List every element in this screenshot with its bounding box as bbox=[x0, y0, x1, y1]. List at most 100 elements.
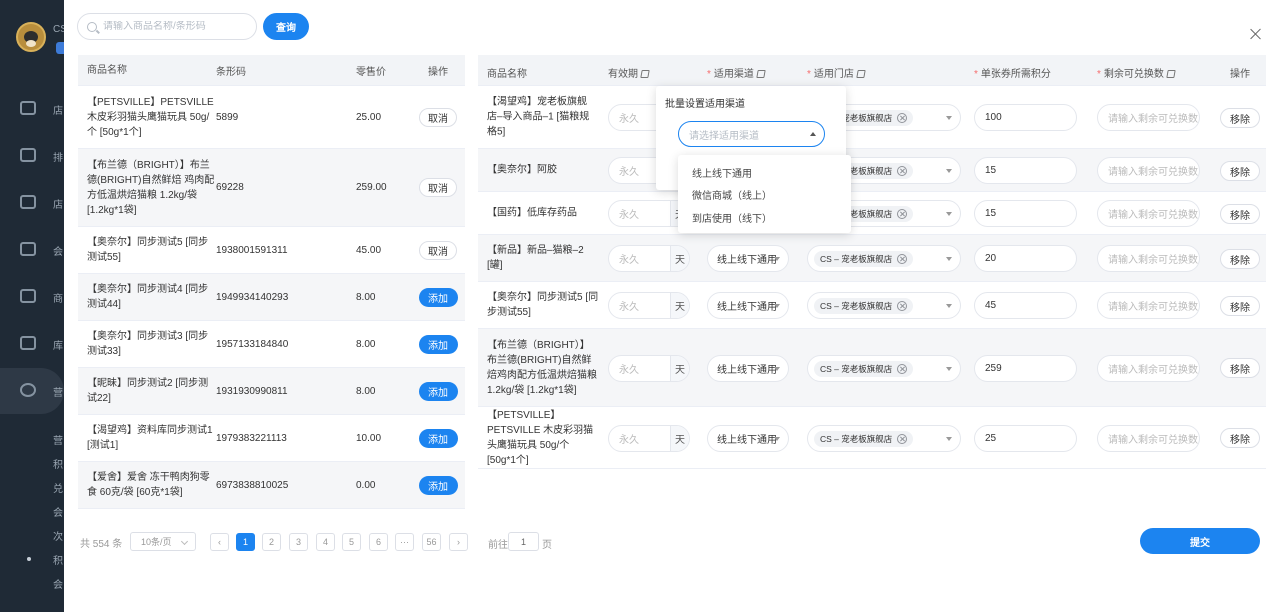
edit-icon[interactable] bbox=[1166, 70, 1176, 78]
col-header-remaining[interactable]: * 剩余可兑换数 bbox=[1097, 65, 1176, 80]
expiry-placeholder: 永久 bbox=[619, 435, 639, 446]
sidebar-subitem[interactable]: 积 bbox=[53, 552, 64, 567]
col-header-store[interactable]: * 适用门店 bbox=[807, 65, 866, 80]
next-page-button[interactable]: › bbox=[449, 533, 468, 551]
points-input[interactable]: 20 bbox=[974, 245, 1077, 272]
remaining-input[interactable]: 请输入剩余可兑换数 bbox=[1097, 292, 1200, 319]
points-input[interactable]: 15 bbox=[974, 200, 1077, 227]
channel-select[interactable]: 线上线下通用 bbox=[707, 292, 789, 319]
sidebar-subitem[interactable]: 次 bbox=[53, 528, 64, 543]
sidebar-subitem[interactable]: 营 bbox=[53, 432, 64, 447]
goto-page-input[interactable]: 1 bbox=[508, 532, 539, 551]
monitor-icon[interactable] bbox=[20, 101, 36, 115]
tag-close-icon[interactable] bbox=[897, 363, 908, 374]
page-button[interactable]: 4 bbox=[316, 533, 335, 551]
sidebar-item-label[interactable]: 店 bbox=[53, 196, 64, 211]
sidebar-item-label[interactable]: 店 bbox=[53, 102, 64, 117]
add-button[interactable]: 添加 bbox=[418, 334, 458, 354]
calendar-icon[interactable] bbox=[20, 148, 36, 162]
remaining-input[interactable]: 请输入剩余可兑换数 bbox=[1097, 157, 1200, 184]
remove-button[interactable]: 移除 bbox=[1220, 108, 1260, 128]
search-input[interactable] bbox=[103, 21, 253, 32]
submit-button[interactable]: 提交 bbox=[1140, 528, 1260, 554]
page-button[interactable]: 1 bbox=[236, 533, 255, 551]
expiry-input[interactable]: 永久 天 bbox=[608, 245, 690, 272]
tag-close-icon[interactable] bbox=[897, 433, 908, 444]
close-icon[interactable] bbox=[1250, 28, 1262, 40]
remove-button[interactable]: 移除 bbox=[1220, 296, 1260, 316]
store-select[interactable]: CS – 宠老板旗舰店 bbox=[807, 292, 961, 319]
remove-button[interactable]: 移除 bbox=[1220, 358, 1260, 378]
tag-close-icon[interactable] bbox=[897, 165, 908, 176]
expiry-input[interactable]: 永久 天 bbox=[608, 292, 690, 319]
search-box[interactable] bbox=[77, 13, 257, 40]
tag-close-icon[interactable] bbox=[897, 253, 908, 264]
channel-select[interactable]: 线上线下通用 bbox=[707, 245, 789, 272]
store-select[interactable]: CS – 宠老板旗舰店 bbox=[807, 425, 961, 452]
tag-close-icon[interactable] bbox=[897, 300, 908, 311]
edit-icon[interactable] bbox=[856, 70, 866, 78]
remove-button[interactable]: 移除 bbox=[1220, 249, 1260, 269]
expiry-input[interactable]: 永久 天 bbox=[608, 355, 690, 382]
expiry-input[interactable]: 永久 天 bbox=[608, 425, 690, 452]
page-ellipsis[interactable]: ··· bbox=[395, 533, 414, 551]
tag-close-icon[interactable] bbox=[897, 112, 908, 123]
points-input[interactable]: 259 bbox=[974, 355, 1077, 382]
points-input[interactable]: 15 bbox=[974, 157, 1077, 184]
remaining-input[interactable]: 请输入剩余可兑换数 bbox=[1097, 200, 1200, 227]
sidebar-item-label[interactable]: 库 bbox=[53, 337, 64, 352]
col-header-channel[interactable]: * 适用渠道 bbox=[707, 65, 766, 80]
edit-icon[interactable] bbox=[756, 70, 766, 78]
col-header-expiry[interactable]: 有效期 bbox=[608, 65, 650, 80]
sidebar-subitem[interactable]: 兑 bbox=[53, 480, 64, 495]
org-avatar[interactable] bbox=[16, 22, 46, 52]
dropdown-option[interactable]: 到店使用（线下） bbox=[678, 206, 851, 229]
bag-icon[interactable] bbox=[20, 289, 36, 303]
add-button[interactable]: 添加 bbox=[418, 475, 458, 495]
sidebar-item-label[interactable]: 营 bbox=[53, 384, 64, 399]
add-button[interactable]: 添加 bbox=[418, 287, 458, 307]
channel-select[interactable]: 线上线下通用 bbox=[707, 355, 789, 382]
dropdown-option[interactable]: 微信商城（线上） bbox=[678, 184, 851, 207]
marketing-icon[interactable] bbox=[20, 383, 36, 397]
dropdown-option[interactable]: 线上线下通用 bbox=[678, 161, 851, 184]
page-button[interactable]: 56 bbox=[422, 533, 441, 551]
box-icon[interactable] bbox=[20, 336, 36, 350]
remaining-input[interactable]: 请输入剩余可兑换数 bbox=[1097, 355, 1200, 382]
sidebar-item-label[interactable]: 会 bbox=[53, 243, 64, 258]
cancel-button[interactable]: 取消 bbox=[419, 178, 457, 197]
points-input[interactable]: 45 bbox=[974, 292, 1077, 319]
add-button[interactable]: 添加 bbox=[418, 381, 458, 401]
page-button[interactable]: 3 bbox=[289, 533, 308, 551]
page-button[interactable]: 2 bbox=[262, 533, 281, 551]
channel-select[interactable]: 请选择适用渠道 bbox=[678, 121, 825, 147]
remaining-input[interactable]: 请输入剩余可兑换数 bbox=[1097, 425, 1200, 452]
remove-button[interactable]: 移除 bbox=[1220, 161, 1260, 181]
page-button[interactable]: 6 bbox=[369, 533, 388, 551]
prev-page-button[interactable]: ‹ bbox=[210, 533, 229, 551]
sidebar-subitem[interactable]: 会 bbox=[53, 504, 64, 519]
page-size-select[interactable]: 10条/页 bbox=[130, 532, 196, 551]
remove-button[interactable]: 移除 bbox=[1220, 428, 1260, 448]
query-button[interactable]: 查询 bbox=[263, 13, 309, 40]
edit-icon[interactable] bbox=[640, 70, 650, 78]
cancel-button[interactable]: 取消 bbox=[419, 240, 457, 260]
remaining-input[interactable]: 请输入剩余可兑换数 bbox=[1097, 245, 1200, 272]
add-button[interactable]: 添加 bbox=[418, 428, 458, 448]
store-select[interactable]: CS – 宠老板旗舰店 bbox=[807, 245, 961, 272]
points-input[interactable]: 100 bbox=[974, 104, 1077, 131]
cancel-button[interactable]: 取消 bbox=[419, 107, 457, 127]
store-select[interactable]: CS – 宠老板旗舰店 bbox=[807, 355, 961, 382]
sidebar-subitem[interactable]: 积 bbox=[53, 456, 64, 471]
points-input[interactable]: 25 bbox=[974, 425, 1077, 452]
channel-select[interactable]: 线上线下通用 bbox=[707, 425, 789, 452]
remaining-input[interactable]: 请输入剩余可兑换数 bbox=[1097, 104, 1200, 131]
sidebar-item-label[interactable]: 商 bbox=[53, 290, 64, 305]
tag-close-icon[interactable] bbox=[897, 208, 908, 219]
remove-button[interactable]: 移除 bbox=[1220, 204, 1260, 224]
home-icon[interactable] bbox=[20, 195, 36, 209]
card-icon[interactable] bbox=[20, 242, 36, 256]
sidebar-item-label[interactable]: 排 bbox=[53, 149, 64, 164]
page-button[interactable]: 5 bbox=[342, 533, 361, 551]
sidebar-subitem[interactable]: 会 bbox=[53, 576, 64, 591]
